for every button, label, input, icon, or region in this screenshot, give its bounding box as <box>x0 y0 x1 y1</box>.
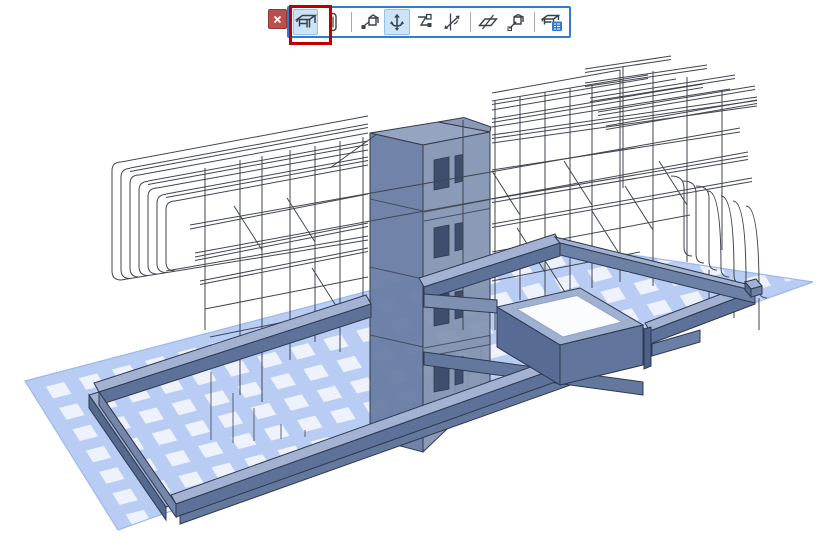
rotate-button[interactable] <box>439 9 464 35</box>
tower-left-face <box>370 133 423 452</box>
rotate-icon <box>441 11 463 33</box>
drag-copy-icon <box>505 11 527 33</box>
stretch-icon <box>413 11 435 33</box>
elevate-icon <box>477 11 499 33</box>
toolbar-divider <box>470 12 471 32</box>
drag-copy-button[interactable] <box>503 9 528 35</box>
toolbar-divider <box>534 12 535 32</box>
move-node-icon <box>359 11 381 33</box>
3d-viewport[interactable] <box>0 0 830 538</box>
column-tool-button[interactable] <box>320 9 345 35</box>
close-icon <box>273 15 282 24</box>
move-node-button[interactable] <box>357 9 382 35</box>
stretch-button[interactable] <box>412 9 437 35</box>
drag-arrows-icon <box>386 11 408 33</box>
drag-button[interactable] <box>384 9 409 35</box>
object-settings-button[interactable] <box>540 9 565 35</box>
palette-close-button[interactable] <box>268 9 287 29</box>
toolbar-divider <box>351 12 352 32</box>
object-tool-button[interactable] <box>293 9 318 35</box>
application-window <box>0 0 830 538</box>
elevate-button[interactable] <box>476 9 501 35</box>
table-icon <box>295 11 317 33</box>
settings-table-icon <box>541 11 563 33</box>
pet-palette-toolbar <box>287 6 571 38</box>
capsule-icon <box>322 11 344 33</box>
